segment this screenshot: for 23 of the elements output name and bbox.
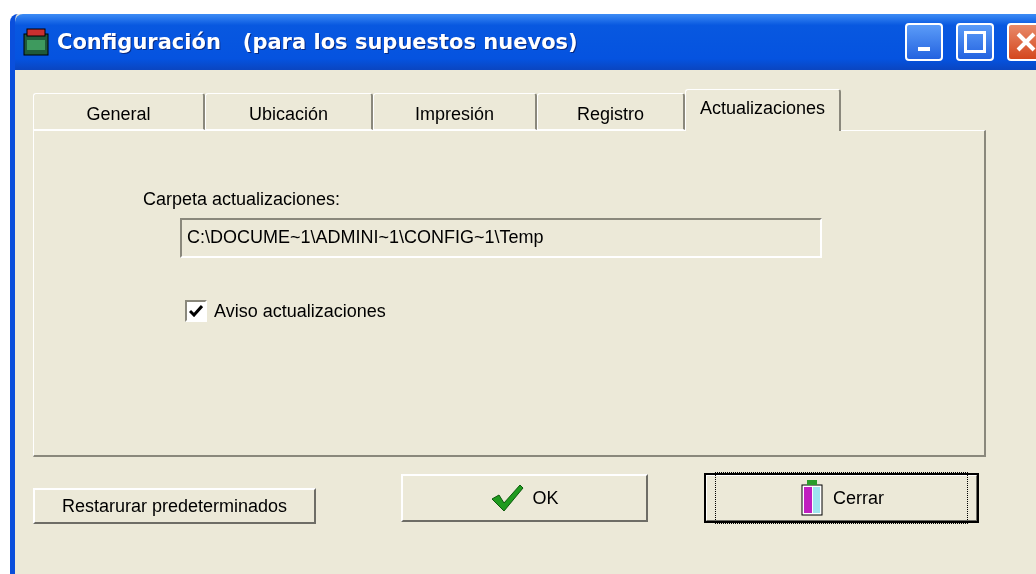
close-icon — [1015, 31, 1036, 53]
restore-defaults-button[interactable]: Restarurar predeterminados — [33, 488, 316, 524]
window-title: Configuración (para los supuestos nuevos) — [57, 30, 579, 54]
tab[interactable]: Actualizaciones — [685, 89, 842, 131]
tab[interactable]: Registro — [537, 93, 685, 130]
checkmark-icon — [490, 483, 525, 513]
door-icon — [799, 479, 825, 517]
tab[interactable]: General — [33, 93, 205, 130]
check-icon — [189, 305, 203, 317]
close-dialog-button[interactable]: Cerrar — [705, 474, 978, 522]
minimize-button[interactable] — [905, 23, 943, 61]
tab[interactable]: Ubicación — [205, 93, 373, 130]
checkbox[interactable] — [185, 300, 207, 322]
maximize-button[interactable] — [956, 23, 994, 61]
folder-field[interactable]: C:\DOCUME~1\ADMINI~1\CONFIG~1\Temp — [180, 218, 822, 258]
app-icon — [23, 28, 49, 56]
maximize-icon — [964, 31, 986, 53]
ok-button[interactable]: OK — [401, 474, 648, 522]
field-label: Carpeta actualizaciones: — [143, 189, 342, 210]
checkbox-label: Aviso actualizaciones — [214, 300, 386, 322]
close-button[interactable] — [1007, 23, 1036, 61]
minimize-icon — [918, 47, 930, 51]
tab[interactable]: Impresión — [373, 93, 537, 130]
